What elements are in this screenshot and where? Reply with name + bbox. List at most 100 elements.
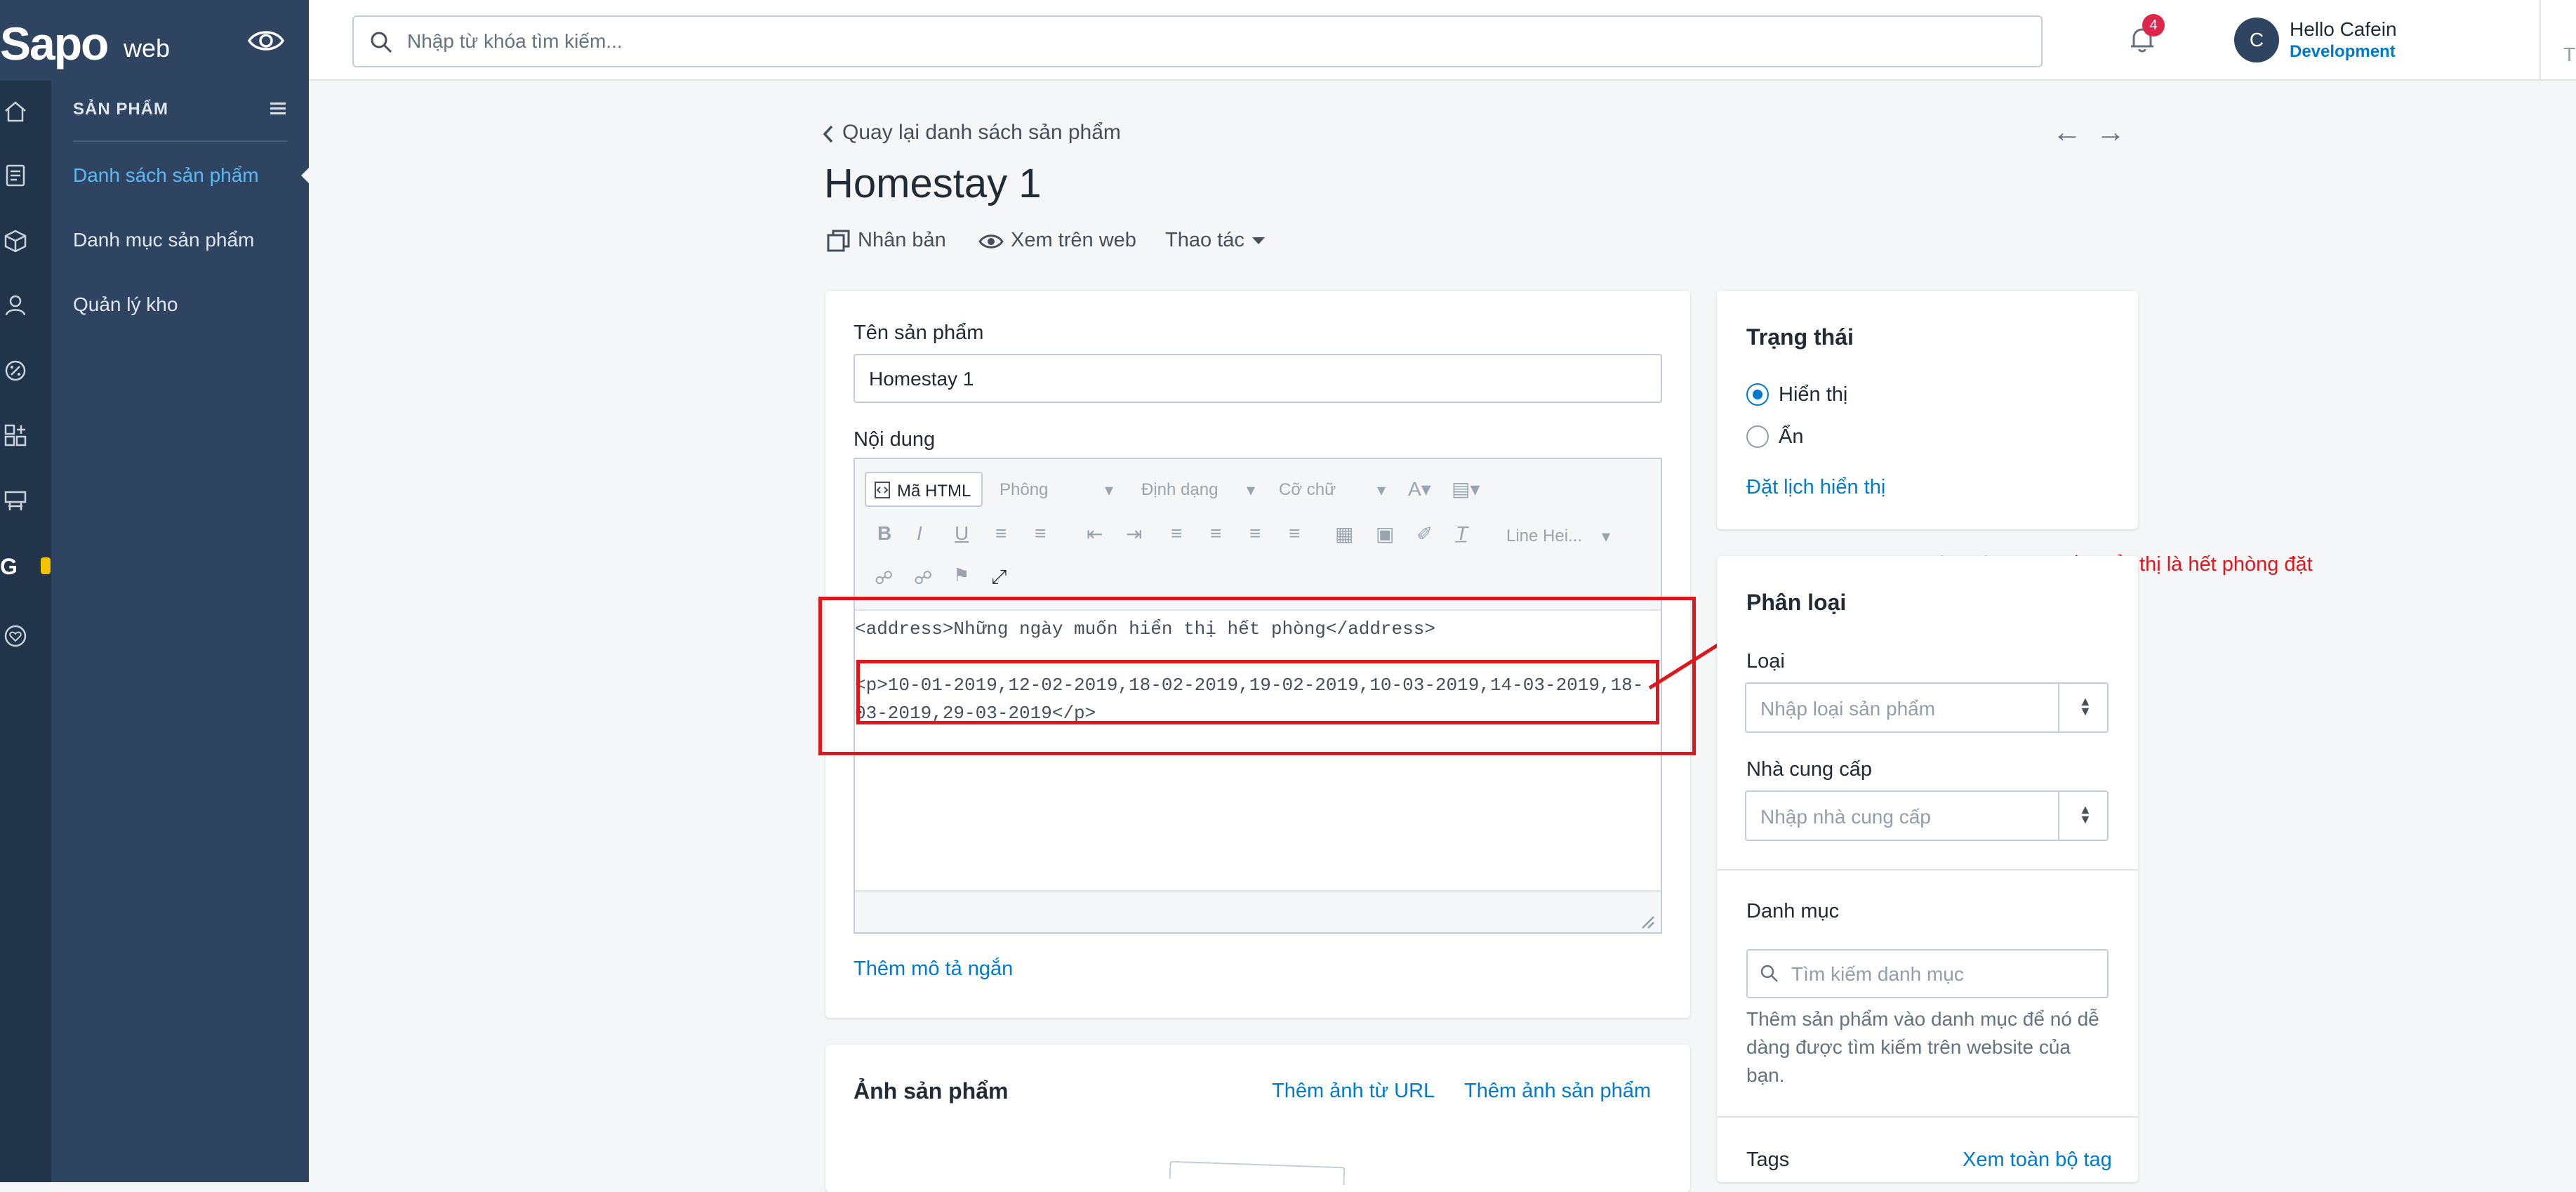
notification-count-badge: 4 bbox=[2142, 14, 2165, 37]
status-title: Trạng thái bbox=[1746, 324, 1854, 350]
resize-handle-icon[interactable] bbox=[1640, 914, 1655, 929]
add-image-url-link[interactable]: Thêm ảnh từ URL bbox=[1272, 1080, 1435, 1103]
apps-icon[interactable] bbox=[3, 423, 28, 448]
name-label: Tên sản phẩm bbox=[854, 322, 984, 344]
html-mode-button[interactable]: Mã HTML bbox=[865, 472, 983, 507]
schedule-visibility-link[interactable]: Đặt lịch hiển thị bbox=[1746, 476, 1885, 499]
align-left-icon[interactable]: ≡ bbox=[1171, 522, 1182, 556]
sidebar-item-product-categories[interactable]: Danh mục sản phẩm bbox=[73, 229, 254, 251]
html-code-icon bbox=[875, 482, 890, 498]
product-type-select[interactable]: Nhập loại sản phẩm ▲ ▼ bbox=[1745, 682, 2109, 733]
type-select-arrows-icon[interactable]: ▲ ▼ bbox=[2058, 684, 2107, 731]
format-select[interactable]: Định dạng ▾ bbox=[1141, 480, 1255, 514]
actions-dropdown[interactable]: Thao tác bbox=[1165, 229, 1244, 252]
home-icon[interactable] bbox=[3, 98, 28, 124]
category-help-line-1: Thêm sản phẩm vào danh mục để nó dễ bbox=[1746, 1008, 2099, 1030]
category-help-line-2: dàng được tìm kiếm trên website của bbox=[1746, 1036, 2071, 1058]
vendor-select[interactable]: Nhập nhà cung cấp ▲ ▼ bbox=[1745, 790, 2109, 841]
product-box-icon[interactable] bbox=[3, 228, 28, 253]
prev-product-arrow-icon[interactable]: ← bbox=[2052, 115, 2082, 149]
link-icon[interactable]: ☍ bbox=[875, 567, 893, 601]
line-height-select[interactable]: Line Hei... ▾ bbox=[1506, 527, 1610, 560]
format-painter-icon[interactable]: ✐ bbox=[1416, 522, 1433, 556]
discount-icon[interactable] bbox=[3, 358, 28, 383]
view-all-tags-link[interactable]: Xem toàn bộ tag bbox=[1963, 1148, 2112, 1172]
radio-hidden[interactable] bbox=[1746, 425, 1769, 448]
add-short-description-link[interactable]: Thêm mô tả ngắn bbox=[854, 958, 1013, 981]
align-right-icon[interactable]: ≡ bbox=[1249, 522, 1261, 556]
classification-divider-2 bbox=[1717, 1116, 2138, 1118]
unordered-list-icon[interactable]: ≡ bbox=[1035, 522, 1046, 556]
preview-eye-icon[interactable] bbox=[247, 27, 285, 55]
indent-icon[interactable]: ⇥ bbox=[1126, 522, 1142, 556]
classification-title: Phân loại bbox=[1746, 590, 1847, 615]
sidebar-divider bbox=[73, 140, 287, 142]
image-icon[interactable]: ▣ bbox=[1376, 522, 1394, 556]
tags-label: Tags bbox=[1746, 1148, 1790, 1171]
product-name-value: Homestay 1 bbox=[869, 368, 974, 390]
duplicate-button[interactable]: Nhân bản bbox=[858, 229, 946, 252]
user-name[interactable]: Hello Cafein bbox=[2290, 18, 2397, 41]
orders-icon[interactable] bbox=[3, 163, 28, 188]
page-title: Homestay 1 bbox=[824, 161, 1042, 206]
content-label: Nội dung bbox=[854, 428, 936, 451]
vendor-label: Nhà cung cấp bbox=[1746, 758, 1872, 781]
classification-divider-1 bbox=[1717, 869, 2138, 870]
back-link[interactable]: Quay lại danh sách sản phẩm bbox=[842, 121, 1121, 145]
logo-main-text: Sapo bbox=[0, 18, 109, 69]
view-eye-icon[interactable] bbox=[978, 232, 1004, 251]
category-search-icon bbox=[1759, 963, 1780, 984]
add-product-image-link[interactable]: Thêm ảnh sản phẩm bbox=[1464, 1080, 1651, 1103]
outdent-icon[interactable]: ⇤ bbox=[1087, 522, 1103, 556]
category-placeholder: Tìm kiếm danh mục bbox=[1791, 963, 1964, 985]
shield-heart-icon[interactable] bbox=[3, 623, 28, 649]
line-height-caret-icon: ▾ bbox=[1602, 527, 1611, 546]
text-color-icon[interactable]: A▾ bbox=[1408, 477, 1431, 511]
pos-icon[interactable] bbox=[3, 488, 28, 513]
font-select[interactable]: Phông ▾ bbox=[1000, 480, 1113, 514]
product-name-input[interactable]: Homestay 1 bbox=[854, 354, 1662, 403]
size-select[interactable]: Cỡ chữ ▾ bbox=[1279, 480, 1386, 514]
category-search-input[interactable]: Tìm kiếm danh mục bbox=[1746, 949, 2109, 998]
avatar[interactable]: C bbox=[2234, 18, 2279, 62]
italic-icon[interactable]: I bbox=[917, 522, 922, 556]
category-label: Danh mục bbox=[1746, 900, 1840, 922]
images-card-title: Ảnh sản phẩm bbox=[854, 1078, 1009, 1104]
gold-badge-icon bbox=[41, 557, 51, 574]
bold-icon[interactable]: B bbox=[877, 522, 891, 556]
font-select-label: Phông bbox=[1000, 480, 1049, 499]
sidebar-item-product-list[interactable]: Danh sách sản phẩm bbox=[73, 164, 259, 187]
underline-icon[interactable]: U bbox=[955, 522, 969, 556]
view-on-web-button[interactable]: Xem trên web bbox=[1011, 229, 1136, 252]
type-placeholder: Nhập loại sản phẩm bbox=[1760, 698, 1936, 720]
ordered-list-icon[interactable]: ≡ bbox=[995, 522, 1007, 556]
radio-hidden-label[interactable]: Ẩn bbox=[1779, 425, 1803, 449]
menu-icon[interactable] bbox=[270, 102, 286, 115]
search-input[interactable]: Nhập từ khóa tìm kiếm... bbox=[352, 15, 2043, 67]
radio-visible[interactable] bbox=[1746, 383, 1769, 406]
html-mode-label: Mã HTML bbox=[897, 482, 971, 501]
unlink-icon[interactable]: ☍ bbox=[914, 567, 932, 601]
radio-visible-label[interactable]: Hiển thị bbox=[1779, 383, 1847, 406]
search-placeholder: Nhập từ khóa tìm kiếm... bbox=[407, 30, 623, 52]
icon-rail: G bbox=[0, 0, 51, 1182]
clear-format-icon[interactable]: T̲ bbox=[1456, 522, 1468, 556]
duplicate-icon[interactable] bbox=[827, 229, 851, 253]
next-product-arrow-icon[interactable]: → bbox=[2096, 115, 2125, 149]
justify-icon[interactable]: ≡ bbox=[1289, 522, 1300, 556]
caret-down-icon bbox=[1252, 237, 1265, 244]
align-center-icon[interactable]: ≡ bbox=[1210, 522, 1221, 556]
background-color-icon[interactable]: ▤▾ bbox=[1452, 477, 1480, 511]
sidebar-item-inventory[interactable]: Quản lý kho bbox=[73, 293, 178, 316]
fullscreen-icon[interactable]: ⤢ bbox=[991, 566, 1007, 600]
google-icon[interactable]: G bbox=[0, 553, 25, 579]
customer-icon[interactable] bbox=[3, 293, 28, 318]
table-icon[interactable]: ▦ bbox=[1335, 522, 1353, 556]
size-select-caret-icon: ▾ bbox=[1377, 481, 1386, 500]
chevron-left-icon[interactable] bbox=[821, 124, 835, 145]
topbar-edge-text: T bbox=[2563, 44, 2576, 65]
vendor-select-arrows-icon[interactable]: ▲ ▼ bbox=[2058, 792, 2107, 840]
category-help-line-3: bạn. bbox=[1746, 1064, 1785, 1086]
sidebar-section-title: SẢN PHẨM bbox=[73, 100, 169, 119]
anchor-flag-icon[interactable]: ⚑ bbox=[953, 564, 969, 598]
